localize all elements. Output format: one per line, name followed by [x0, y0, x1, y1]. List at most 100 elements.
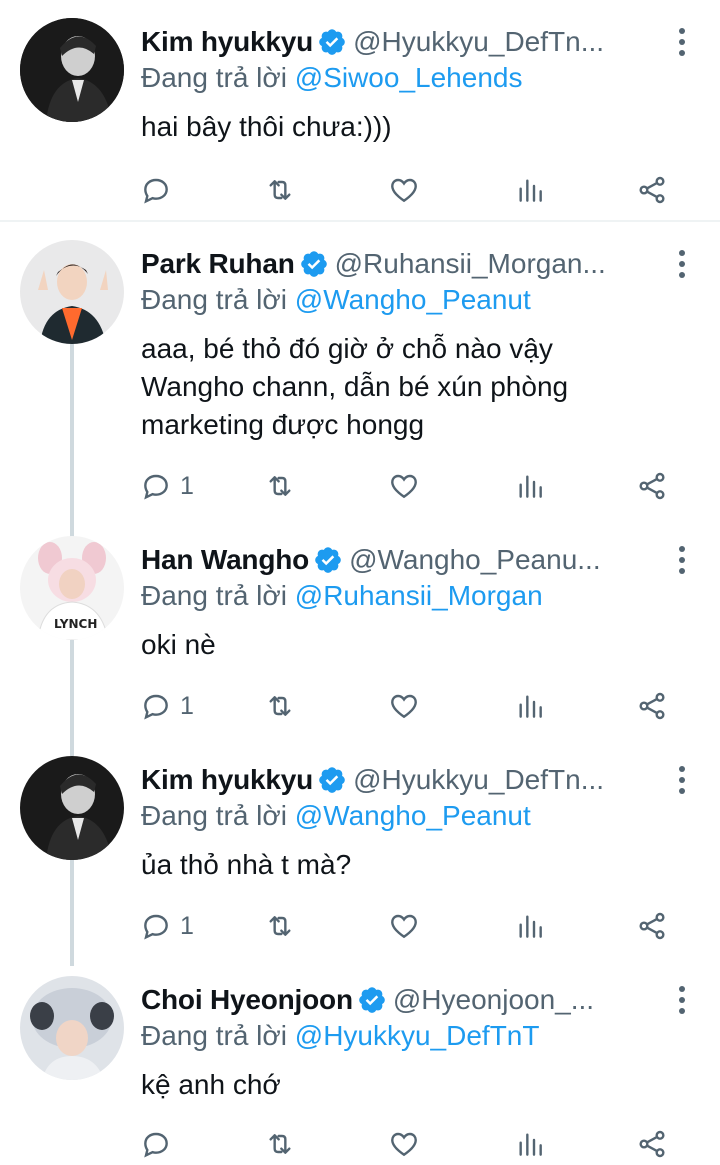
reply-count: 1 — [180, 471, 194, 500]
like-icon — [391, 474, 417, 499]
svg-text:LYNCH: LYNCH — [54, 617, 97, 631]
tweet-header: Kim hyukkyu @Hyukkyu_DefTn... — [141, 22, 660, 62]
author-name[interactable]: Kim hyukkyu — [141, 26, 313, 58]
views-icon — [519, 179, 542, 202]
avatar[interactable]: LYNCH — [20, 536, 124, 640]
tweet-header: Park Ruhan @Ruhansii_Morgan... — [141, 244, 660, 284]
share-icon — [639, 176, 665, 204]
more-icon[interactable] — [678, 250, 686, 278]
retweet-icon — [269, 180, 291, 200]
views-button[interactable] — [514, 686, 546, 726]
replying-to: Đang trả lời @Siwoo_Lehends — [141, 62, 522, 94]
reply-mention-link[interactable]: @Wangho_Peanut — [295, 800, 531, 831]
reply-button[interactable]: 1 — [140, 466, 194, 506]
author-handle[interactable]: @Hyukkyu_DefTn... — [353, 26, 660, 58]
share-button[interactable] — [636, 686, 668, 726]
verified-badge-icon — [319, 29, 345, 55]
share-icon — [639, 692, 665, 720]
tweet-text-line: ủa thỏ nhà t mà? — [141, 849, 352, 880]
tweet-text: hai bây thôi chưa:))) — [141, 108, 661, 146]
tweet[interactable]: LYNCH Han Wangho @Wangho_Peanu... Đang t… — [0, 518, 720, 738]
reply-mention-link[interactable]: @Hyukkyu_DefTnT — [295, 1020, 540, 1051]
author-name[interactable]: Choi Hyeonjoon — [141, 984, 353, 1016]
like-icon — [391, 694, 417, 719]
reply-button[interactable] — [140, 170, 180, 210]
reply-icon — [144, 694, 168, 720]
views-icon — [519, 915, 542, 938]
verified-badge-icon — [319, 767, 345, 793]
avatar[interactable] — [20, 756, 124, 860]
like-button[interactable] — [388, 686, 420, 726]
tweet[interactable]: Kim hyukkyu @Hyukkyu_DefTn... Đang trả l… — [0, 738, 720, 958]
share-button[interactable] — [636, 170, 668, 210]
tweet-actions — [140, 170, 700, 210]
tweet-actions: 1 — [140, 466, 700, 506]
views-button[interactable] — [514, 906, 546, 946]
tweet-header: Choi Hyeonjoon @Hyeonjoon_... — [141, 980, 660, 1020]
reply-mention-link[interactable]: @Wangho_Peanut — [295, 284, 531, 315]
reply-icon — [144, 474, 168, 500]
more-icon[interactable] — [678, 986, 686, 1014]
views-icon — [519, 475, 542, 498]
like-icon — [391, 914, 417, 939]
reply-count: 1 — [180, 691, 194, 720]
like-icon — [391, 1132, 417, 1157]
share-button[interactable] — [636, 906, 668, 946]
author-name[interactable]: Park Ruhan — [141, 248, 295, 280]
replying-to: Đang trả lời @Wangho_Peanut — [141, 284, 531, 316]
share-icon — [639, 1130, 665, 1158]
tweet-text-line: kệ anh chớ — [141, 1069, 281, 1100]
more-icon[interactable] — [678, 546, 686, 574]
tweet-header: Kim hyukkyu @Hyukkyu_DefTn... — [141, 760, 660, 800]
author-name[interactable]: Han Wangho — [141, 544, 309, 576]
like-button[interactable] — [388, 170, 420, 210]
views-icon — [519, 1133, 542, 1156]
reply-mention-link[interactable]: @Ruhansii_Morgan — [295, 580, 543, 611]
share-icon — [639, 912, 665, 940]
retweet-button[interactable] — [264, 686, 296, 726]
avatar[interactable] — [20, 976, 124, 1080]
share-button[interactable] — [636, 466, 668, 506]
reply-button[interactable] — [140, 1124, 180, 1164]
like-button[interactable] — [388, 466, 420, 506]
replying-label: Đang trả lời — [141, 62, 287, 93]
views-button[interactable] — [514, 466, 546, 506]
tweet-actions: 1 — [140, 906, 700, 946]
avatar[interactable] — [20, 240, 124, 344]
replying-to: Đang trả lời @Hyukkyu_DefTnT — [141, 1020, 539, 1052]
tweet-text-line: Wangho chann, dẫn bé xún phòng — [141, 371, 569, 402]
tweet[interactable]: Choi Hyeonjoon @Hyeonjoon_... Đang trả l… — [0, 958, 720, 1165]
tweet[interactable]: Park Ruhan @Ruhansii_Morgan... Đang trả … — [0, 222, 720, 518]
views-icon — [519, 695, 542, 718]
like-button[interactable] — [388, 1124, 420, 1164]
verified-badge-icon — [359, 987, 385, 1013]
reply-icon — [144, 914, 168, 940]
replying-to: Đang trả lời @Wangho_Peanut — [141, 800, 531, 832]
more-icon[interactable] — [678, 28, 686, 56]
retweet-button[interactable] — [264, 466, 296, 506]
tweet-text: aaa, bé thỏ đó giờ ở chỗ nào vậy Wangho … — [141, 330, 661, 444]
retweet-icon — [269, 916, 291, 936]
share-button[interactable] — [636, 1124, 668, 1164]
reply-button[interactable]: 1 — [140, 906, 194, 946]
retweet-button[interactable] — [264, 1124, 296, 1164]
views-button[interactable] — [514, 1124, 546, 1164]
author-handle[interactable]: @Wangho_Peanu... — [349, 544, 660, 576]
retweet-icon — [269, 696, 291, 716]
reply-icon — [144, 1132, 168, 1158]
retweet-button[interactable] — [264, 170, 296, 210]
like-icon — [391, 178, 417, 203]
author-handle[interactable]: @Ruhansii_Morgan... — [335, 248, 660, 280]
reply-mention-link[interactable]: @Siwoo_Lehends — [295, 62, 523, 93]
retweet-button[interactable] — [264, 906, 296, 946]
tweet[interactable]: Kim hyukkyu @Hyukkyu_DefTn... Đang trả l… — [0, 0, 720, 220]
author-handle[interactable]: @Hyukkyu_DefTn... — [353, 764, 660, 796]
avatar[interactable] — [20, 18, 124, 122]
author-handle[interactable]: @Hyeonjoon_... — [393, 984, 660, 1016]
views-button[interactable] — [514, 170, 546, 210]
like-button[interactable] — [388, 906, 420, 946]
author-name[interactable]: Kim hyukkyu — [141, 764, 313, 796]
more-icon[interactable] — [678, 766, 686, 794]
reply-button[interactable]: 1 — [140, 686, 194, 726]
reply-icon — [144, 178, 168, 204]
